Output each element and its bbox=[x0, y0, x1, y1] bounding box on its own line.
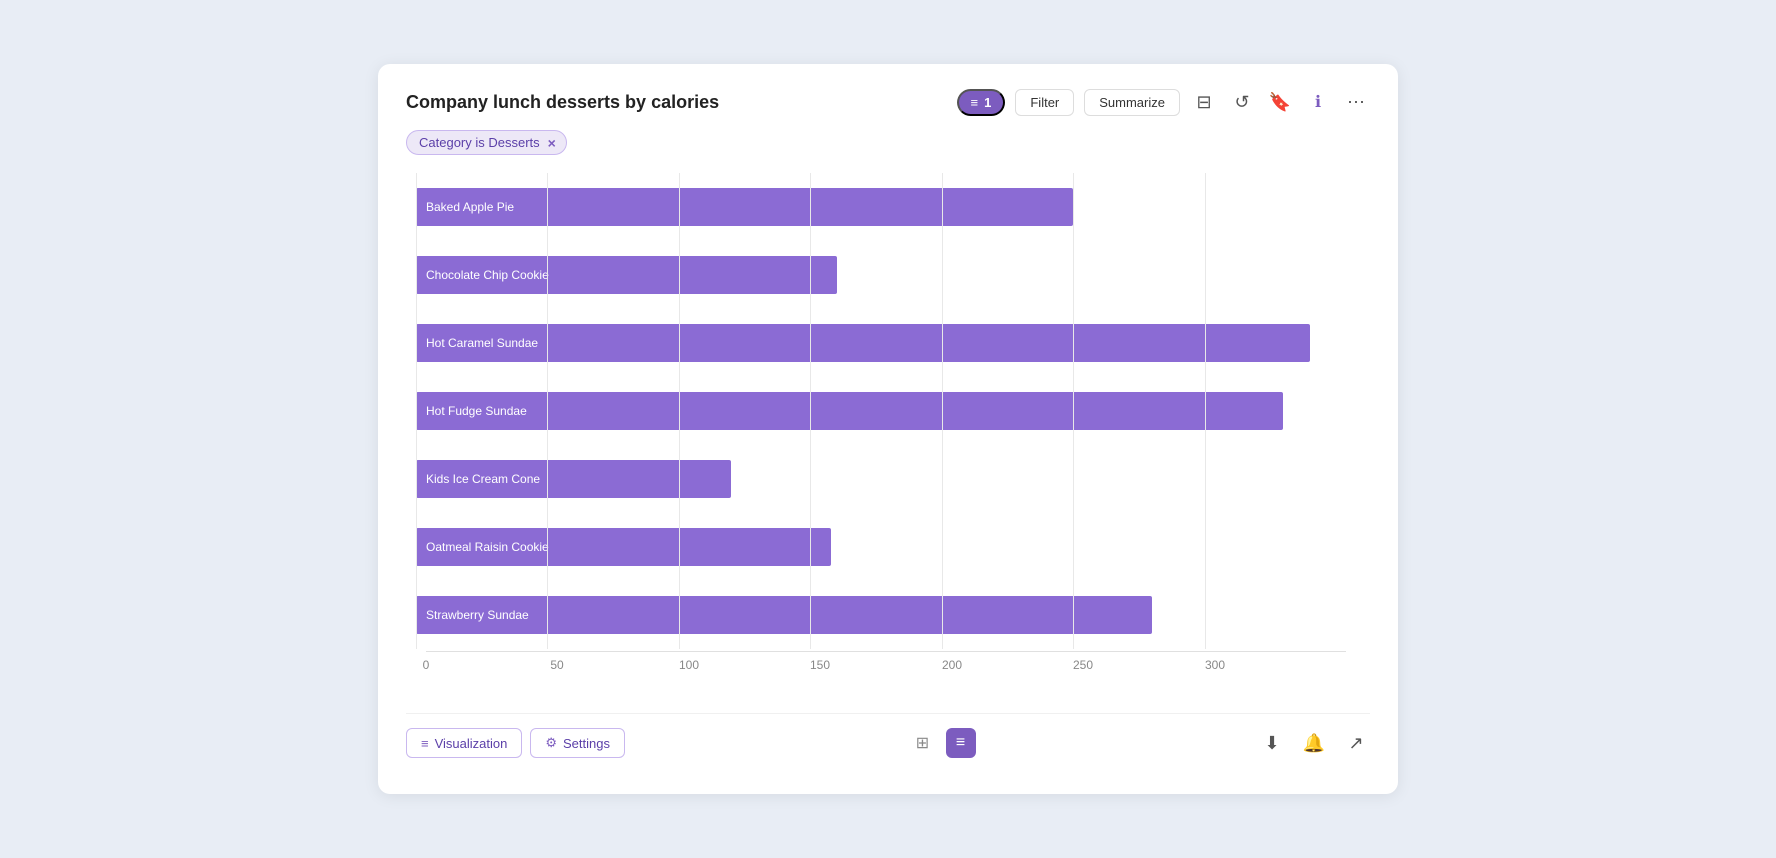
more-icon-button[interactable]: ⋯ bbox=[1342, 88, 1370, 116]
info-icon: ℹ bbox=[1315, 92, 1321, 112]
header-actions: ≡ 1 Filter Summarize ⊟ ↺ 🔖 ℹ ⋯ bbox=[957, 88, 1370, 116]
x-axis-tick: 150 bbox=[810, 658, 830, 672]
columns-icon: ⊟ bbox=[1196, 92, 1211, 113]
bar-wrapper: Baked Apple Pie bbox=[416, 187, 1370, 227]
bar-row: Hot Fudge Sundae bbox=[416, 377, 1370, 445]
bookmark-icon: 🔖 bbox=[1269, 92, 1291, 113]
bar-chart: Baked Apple Pie Chocolate Chip Cookie Ho… bbox=[416, 173, 1370, 649]
x-axis: 0 50 100 150 200 250 300 bbox=[426, 651, 1346, 675]
x-axis-tick: 0 bbox=[423, 658, 430, 672]
bookmark-icon-button[interactable]: 🔖 bbox=[1266, 88, 1294, 116]
bell-icon: 🔔 bbox=[1303, 733, 1325, 754]
bar-row: Baked Apple Pie bbox=[416, 173, 1370, 241]
bar[interactable]: Chocolate Chip Cookie bbox=[416, 256, 837, 294]
bar[interactable]: Kids Ice Cream Cone bbox=[416, 460, 731, 498]
filter-tag-close[interactable]: × bbox=[548, 136, 556, 150]
chart-inner: Baked Apple Pie Chocolate Chip Cookie Ho… bbox=[416, 173, 1370, 675]
chart-title: Company lunch desserts by calories bbox=[406, 92, 719, 113]
bar[interactable]: Hot Fudge Sundae bbox=[416, 392, 1283, 430]
bar-wrapper: Hot Caramel Sundae bbox=[416, 323, 1370, 363]
x-axis-tick: 200 bbox=[942, 658, 962, 672]
card-header: Company lunch desserts by calories ≡ 1 F… bbox=[406, 88, 1370, 116]
footer-center: ⊞ ≡ bbox=[908, 728, 976, 758]
info-icon-button[interactable]: ℹ bbox=[1304, 88, 1332, 116]
bar-wrapper: Chocolate Chip Cookie bbox=[416, 255, 1370, 295]
bar[interactable]: Baked Apple Pie bbox=[416, 188, 1073, 226]
filter-count: 1 bbox=[984, 95, 991, 110]
download-icon: ⬇ bbox=[1264, 733, 1279, 754]
x-axis-tick: 250 bbox=[1073, 658, 1093, 672]
footer-left: ≡ Visualization ⚙ Settings bbox=[406, 728, 625, 758]
bar-label: Oatmeal Raisin Cookie bbox=[426, 540, 549, 554]
bar[interactable]: Oatmeal Raisin Cookie bbox=[416, 528, 831, 566]
x-axis-tick: 300 bbox=[1205, 658, 1225, 672]
visualization-icon: ≡ bbox=[421, 736, 429, 751]
bar-row: Kids Ice Cream Cone bbox=[416, 445, 1370, 513]
bar-wrapper: Strawberry Sundae bbox=[416, 595, 1370, 635]
bar-label: Hot Fudge Sundae bbox=[426, 404, 527, 418]
filter-tag: Category is Desserts × bbox=[406, 130, 1370, 173]
share-icon: ↗ bbox=[1348, 733, 1363, 754]
bar-label: Kids Ice Cream Cone bbox=[426, 472, 540, 486]
bar-row: Oatmeal Raisin Cookie bbox=[416, 513, 1370, 581]
more-icon: ⋯ bbox=[1347, 92, 1365, 113]
columns-icon-button[interactable]: ⊟ bbox=[1190, 88, 1218, 116]
table-view-icon[interactable]: ⊞ bbox=[908, 728, 938, 758]
bar-row: Strawberry Sundae bbox=[416, 581, 1370, 649]
main-card: Company lunch desserts by calories ≡ 1 F… bbox=[378, 64, 1398, 794]
card-footer: ≡ Visualization ⚙ Settings ⊞ ≡ ⬇ 🔔 ↗ bbox=[406, 713, 1370, 758]
bar-wrapper: Kids Ice Cream Cone bbox=[416, 459, 1370, 499]
settings-label: Settings bbox=[563, 736, 610, 751]
bell-button[interactable]: 🔔 bbox=[1300, 729, 1328, 757]
bar-label: Strawberry Sundae bbox=[426, 608, 529, 622]
visualization-button[interactable]: ≡ Visualization bbox=[406, 728, 522, 758]
footer-right: ⬇ 🔔 ↗ bbox=[1258, 729, 1370, 757]
refresh-icon-button[interactable]: ↺ bbox=[1228, 88, 1256, 116]
bar-label: Hot Caramel Sundae bbox=[426, 336, 538, 350]
share-button[interactable]: ↗ bbox=[1342, 729, 1370, 757]
summarize-button[interactable]: Summarize bbox=[1084, 89, 1180, 116]
refresh-icon: ↺ bbox=[1234, 92, 1249, 113]
filter-tag-label: Category is Desserts bbox=[419, 135, 540, 150]
bar-row: Hot Caramel Sundae bbox=[416, 309, 1370, 377]
visualization-label: Visualization bbox=[435, 736, 508, 751]
bar[interactable]: Hot Caramel Sundae bbox=[416, 324, 1310, 362]
filter-icon: ≡ bbox=[971, 95, 979, 110]
bar-label: Baked Apple Pie bbox=[426, 200, 514, 214]
x-axis-tick: 100 bbox=[679, 658, 699, 672]
settings-icon: ⚙ bbox=[545, 735, 557, 751]
settings-button[interactable]: ⚙ Settings bbox=[530, 728, 625, 758]
bar[interactable]: Strawberry Sundae bbox=[416, 596, 1152, 634]
chart-area: Baked Apple Pie Chocolate Chip Cookie Ho… bbox=[406, 173, 1370, 707]
bar-row: Chocolate Chip Cookie bbox=[416, 241, 1370, 309]
filter-button[interactable]: Filter bbox=[1015, 89, 1074, 116]
bar-wrapper: Hot Fudge Sundae bbox=[416, 391, 1370, 431]
download-button[interactable]: ⬇ bbox=[1258, 729, 1286, 757]
bar-wrapper: Oatmeal Raisin Cookie bbox=[416, 527, 1370, 567]
filter-badge-button[interactable]: ≡ 1 bbox=[957, 89, 1006, 116]
bar-label: Chocolate Chip Cookie bbox=[426, 268, 549, 282]
x-axis-tick: 50 bbox=[550, 658, 563, 672]
chart-view-icon[interactable]: ≡ bbox=[946, 728, 976, 758]
